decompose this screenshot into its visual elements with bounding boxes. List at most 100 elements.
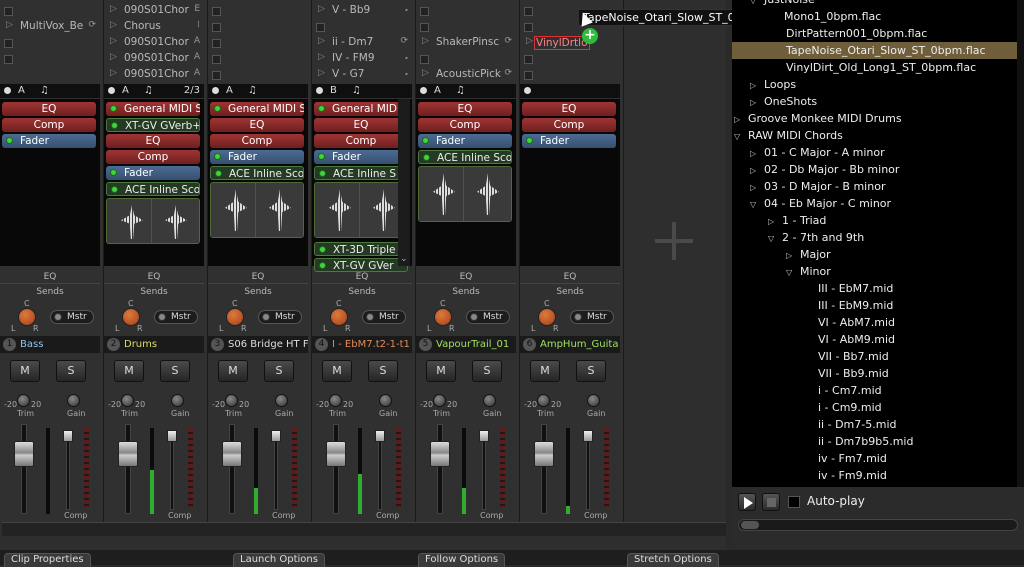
browser-item[interactable]: TapeNoise_Otari_Slow_ST_0bpm.flac xyxy=(786,42,986,59)
plugin-slot[interactable]: General MIDI Sy xyxy=(106,102,200,116)
track-name-bar[interactable]: 3 S06 Bridge HT F xyxy=(208,336,308,353)
track-name-bar[interactable]: 5 VapourTrail_01 xyxy=(416,336,516,353)
gain-knob[interactable] xyxy=(67,394,80,407)
browser-item[interactable]: ▷ Groove Monkee MIDI Drums xyxy=(734,110,902,127)
collapsed-arrow-icon[interactable]: ▷ xyxy=(768,213,782,230)
trim-knob[interactable] xyxy=(225,394,238,407)
volume-fader-handle[interactable] xyxy=(326,441,346,467)
plugin-slot[interactable]: Comp xyxy=(210,134,304,148)
mute-button[interactable]: M xyxy=(218,360,248,382)
comp-gain-handle[interactable] xyxy=(583,430,593,442)
plugin-enabled-led[interactable] xyxy=(319,262,326,269)
browser-item[interactable]: ii - Dm7-5.mid xyxy=(818,416,896,433)
plugin-enabled-led[interactable] xyxy=(111,186,118,193)
clip-stop-square-icon[interactable] xyxy=(212,39,221,48)
browser-item[interactable]: ▽ 2 - 7th and 9th xyxy=(768,229,864,246)
browser-scrollbar[interactable] xyxy=(1017,0,1024,487)
clip-slot[interactable] xyxy=(208,19,308,35)
collapsed-arrow-icon[interactable]: ▷ xyxy=(750,77,764,94)
mute-button[interactable]: M xyxy=(530,360,560,382)
clip-slot[interactable] xyxy=(520,67,620,83)
plugin-enabled-led[interactable] xyxy=(423,154,430,161)
play-button[interactable] xyxy=(738,493,756,511)
browser-item[interactable]: Mono1_0bpm.flac xyxy=(784,8,881,25)
clip-stop-square-icon[interactable] xyxy=(524,23,533,32)
plugin-slot[interactable]: General MIDI xyxy=(314,102,408,116)
trim-knob[interactable] xyxy=(329,394,342,407)
clip-play-icon[interactable]: ▷ xyxy=(318,4,325,14)
collapsed-arrow-icon[interactable]: ▷ xyxy=(734,111,748,128)
plugin-slot[interactable]: Comp xyxy=(418,118,512,132)
clip-slot[interactable] xyxy=(208,35,308,51)
browser-item[interactable]: ▷ Major xyxy=(786,246,831,263)
plugin-enabled-led[interactable] xyxy=(318,153,325,160)
plugin-slot[interactable]: EQ xyxy=(106,134,200,148)
plugin-slot[interactable]: EQ xyxy=(522,102,616,116)
gain-knob[interactable] xyxy=(275,394,288,407)
volume-fader-handle[interactable] xyxy=(118,441,138,467)
eq-label[interactable]: EQ xyxy=(312,272,412,282)
plugin-slot[interactable]: XT-GV GVer xyxy=(314,258,408,272)
channel-header[interactable]: B ♫ xyxy=(312,84,412,98)
clip-slot[interactable] xyxy=(520,51,620,67)
master-send-toggle[interactable]: Mstr xyxy=(154,310,198,324)
clip-play-icon[interactable]: ▷ xyxy=(110,68,117,78)
master-send-toggle[interactable]: Mstr xyxy=(570,310,614,324)
browser-item[interactable]: ▽JustNoise xyxy=(750,0,815,8)
clip-slot[interactable] xyxy=(0,3,100,19)
eq-label[interactable]: EQ xyxy=(520,272,620,282)
plugin-enabled-led[interactable] xyxy=(318,105,325,112)
plugin-slot[interactable]: Comp xyxy=(106,150,200,164)
clip-slot[interactable] xyxy=(416,51,516,67)
expanded-arrow-icon[interactable]: ▽ xyxy=(734,128,748,145)
clip-slot[interactable]: ▷ V - Bb9 𝅘 xyxy=(312,3,412,19)
scrubber-thumb[interactable] xyxy=(741,521,759,529)
comp-gain-handle[interactable] xyxy=(167,430,177,442)
clip-slot[interactable] xyxy=(416,19,516,35)
volume-fader-handle[interactable] xyxy=(14,441,34,467)
plugin-slot[interactable]: ACE Inline Scope xyxy=(106,182,200,196)
gain-knob[interactable] xyxy=(171,394,184,407)
clip-slot[interactable] xyxy=(416,3,516,19)
plugin-slot[interactable]: Fader xyxy=(2,134,96,148)
sends-label[interactable]: Sends xyxy=(104,287,204,297)
clip-slot[interactable] xyxy=(208,3,308,19)
plugin-slot[interactable]: ACE Inline Scope xyxy=(418,150,512,164)
clip-stop-square-icon[interactable] xyxy=(524,55,533,64)
clip-slot[interactable]: ▷ IV - FM9 𝅘 xyxy=(312,51,412,67)
plugin-enabled-led[interactable] xyxy=(215,170,222,177)
collapsed-arrow-icon[interactable]: ▷ xyxy=(750,179,764,196)
trim-knob[interactable] xyxy=(537,394,550,407)
clip-stop-square-icon[interactable] xyxy=(212,71,221,80)
browser-item[interactable]: iv - Fm7.mid xyxy=(818,450,887,467)
trim-knob[interactable] xyxy=(121,394,134,407)
plugin-slot[interactable]: ACE Inline Scope xyxy=(210,166,304,180)
mute-button[interactable]: M xyxy=(10,360,40,382)
solo-button[interactable]: S xyxy=(472,360,502,382)
browser-item[interactable]: VI - AbM9.mid xyxy=(818,331,895,348)
clip-stop-square-icon[interactable] xyxy=(420,7,429,16)
browser-item[interactable]: ii - Dm7b9b5.mid xyxy=(818,433,913,450)
clip-play-icon[interactable]: ▷ xyxy=(6,20,13,30)
plugin-slot[interactable]: ACE Inline S xyxy=(314,166,408,180)
browser-item[interactable]: DirtPattern001_0bpm.flac xyxy=(786,25,927,42)
plugin-slot[interactable]: Comp xyxy=(522,118,616,132)
channel-header[interactable]: A ♫ xyxy=(416,84,516,98)
plugin-slot[interactable]: EQ xyxy=(2,102,96,116)
clip-slot[interactable]: ▷ 090S01Chor E xyxy=(104,3,204,19)
eq-label[interactable]: EQ xyxy=(104,272,204,282)
clip-play-icon[interactable]: ▷ xyxy=(422,68,429,78)
plugin-enabled-led[interactable] xyxy=(422,137,429,144)
channel-header[interactable]: A ♫ 2/3 xyxy=(104,84,204,98)
clip-stop-square-icon[interactable] xyxy=(212,7,221,16)
plugin-slot[interactable]: Fader xyxy=(106,166,200,180)
clip-play-icon[interactable]: ▷ xyxy=(110,4,117,14)
mute-button[interactable]: M xyxy=(322,360,352,382)
browser-item[interactable]: i - Cm7.mid xyxy=(818,382,882,399)
expanded-arrow-icon[interactable]: ▽ xyxy=(786,264,800,281)
browser-item[interactable]: iv - Fm9.mid xyxy=(818,467,887,484)
clip-play-icon[interactable]: ▷ xyxy=(318,52,325,62)
stop-button[interactable] xyxy=(762,493,780,511)
mute-button[interactable]: M xyxy=(114,360,144,382)
add-track-plus-icon[interactable] xyxy=(655,222,693,260)
